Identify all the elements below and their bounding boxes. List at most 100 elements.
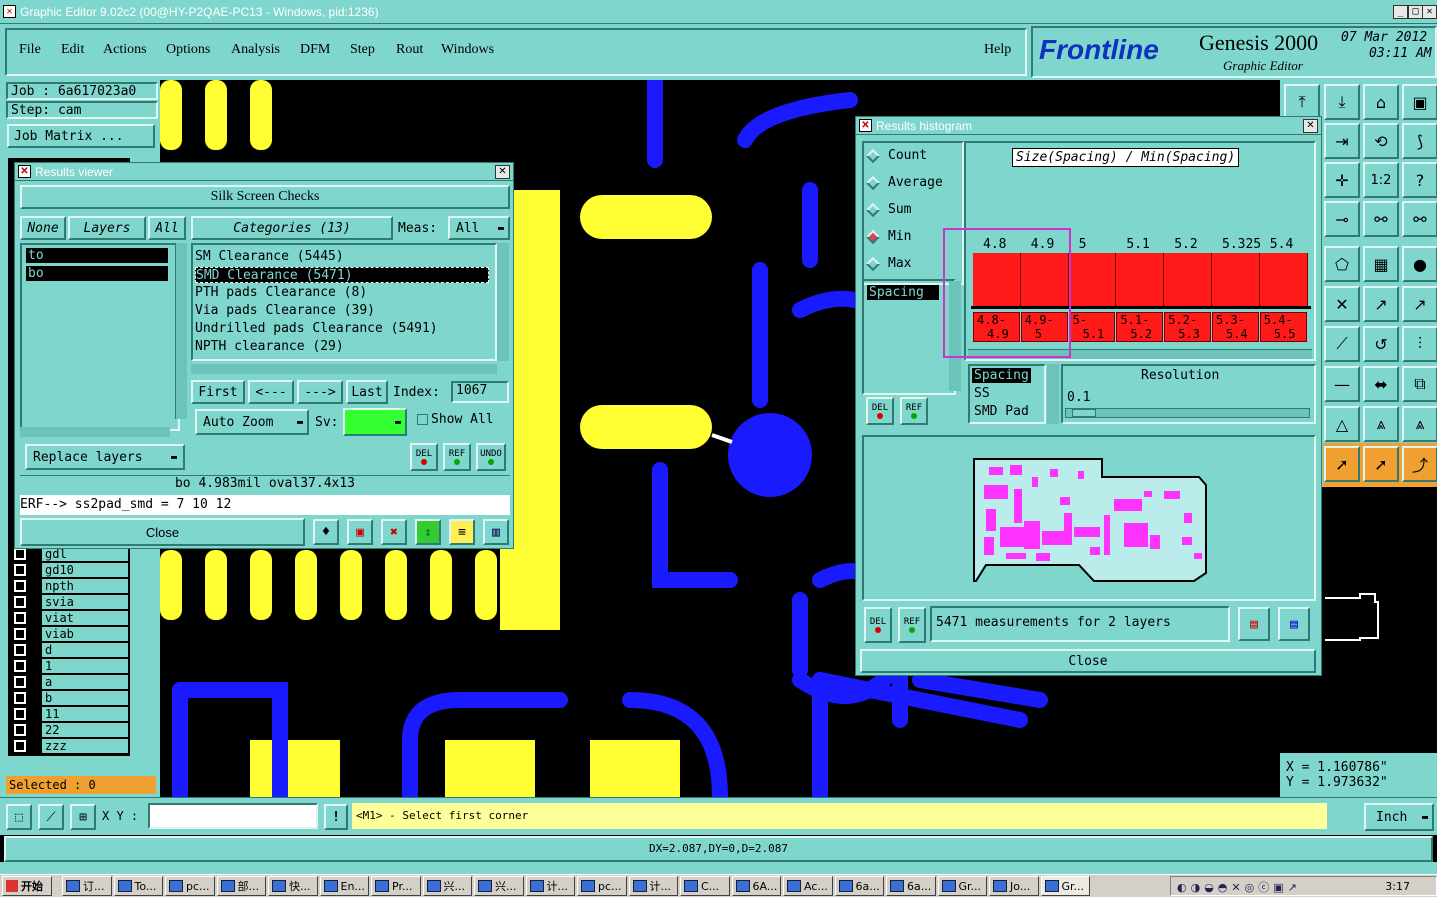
layer-checkbox[interactable] — [13, 707, 27, 721]
layer-list-vscroll[interactable] — [175, 243, 187, 419]
bar-range-label[interactable]: 5.4- 5.5 — [1259, 312, 1307, 342]
layer-checkbox[interactable] — [13, 595, 27, 609]
taskbar-item[interactable]: Gr... — [937, 876, 987, 896]
clone-icon-button[interactable]: ⧉ — [1402, 366, 1437, 402]
category-list-vscroll[interactable] — [497, 243, 509, 361]
layer-option-to[interactable]: to — [26, 248, 168, 263]
taskbar-item[interactable]: Jo... — [989, 876, 1039, 896]
route-blue-icon-button[interactable]: ↗ — [1402, 286, 1437, 322]
layer-row[interactable]: viab — [10, 626, 128, 642]
start-button[interactable]: 开始 — [2, 876, 52, 896]
taskbar-item[interactable]: 兴... — [474, 876, 524, 896]
taskbar-item[interactable]: 6a... — [834, 876, 884, 896]
layer-option-bo[interactable]: bo — [26, 266, 168, 281]
layer-checkbox[interactable] — [13, 723, 27, 737]
replace-layers-dropdown[interactable]: Replace layers ▬ — [25, 444, 185, 470]
category-item-selected[interactable]: SMD Clearance (5471) — [195, 267, 489, 283]
resolution-slider[interactable] — [1065, 408, 1310, 418]
menu-edit[interactable]: Edit — [61, 42, 84, 58]
ref-button[interactable]: REF — [443, 443, 471, 471]
taskbar-item[interactable]: Gr... — [1040, 876, 1090, 896]
first-button[interactable]: First — [191, 380, 245, 404]
resolution-slider-thumb[interactable] — [1072, 409, 1096, 417]
taskbar-item[interactable]: C... — [680, 876, 730, 896]
category-item[interactable]: Via pads Clearance (39) — [195, 303, 375, 318]
bar-range-label[interactable]: 5.2- 5.3 — [1164, 312, 1211, 342]
layer-row[interactable]: b — [10, 690, 128, 706]
props-scroll[interactable] — [1047, 364, 1059, 424]
spacing-list-item[interactable]: Spacing — [867, 285, 939, 300]
taskbar-item[interactable]: 订... — [62, 876, 112, 896]
taskbar-item[interactable]: 计... — [525, 876, 575, 896]
layer-row[interactable]: 11 — [10, 706, 128, 722]
index-input[interactable]: 1067 — [451, 381, 509, 403]
erase-icon-button[interactable]: ✖ — [381, 519, 407, 545]
taskbar-item[interactable]: 兴... — [422, 876, 472, 896]
taskbar-item[interactable]: To... — [113, 876, 163, 896]
menu-windows[interactable]: Windows — [441, 42, 494, 58]
radio-min[interactable]: Min — [865, 229, 911, 244]
histogram-ref-button[interactable]: REF — [900, 397, 928, 425]
taskbar-item[interactable]: En... — [319, 876, 369, 896]
layer-checkbox[interactable] — [13, 611, 27, 625]
triangle-icon-button[interactable]: △ — [1324, 406, 1360, 442]
export-icon-button[interactable]: ▤ — [1238, 607, 1270, 641]
spacing-list[interactable]: Spacing — [862, 279, 956, 395]
cross-icon-button[interactable]: ✕ — [1324, 286, 1360, 322]
histogram-close-button[interactable]: Close — [860, 649, 1316, 673]
rotate-icon-button[interactable]: ⟲ — [1363, 123, 1399, 159]
taskbar-item[interactable]: Ac... — [783, 876, 833, 896]
props-list[interactable]: Spacing SS SMD Pad — [968, 364, 1046, 424]
taskbar-item[interactable]: pc... — [577, 876, 627, 896]
category-item[interactable]: SM Clearance (5445) — [195, 249, 344, 264]
del-button[interactable]: DEL — [410, 443, 438, 471]
import-icon-button[interactable]: ⇥ — [1324, 123, 1360, 159]
cursor-icon-button[interactable]: ➚ — [1324, 446, 1360, 482]
measure-icon-button[interactable]: ⬌ — [1363, 366, 1399, 402]
layer-checkbox[interactable] — [13, 659, 27, 673]
all-button[interactable]: All — [148, 216, 186, 240]
layer-checkbox[interactable] — [13, 691, 27, 705]
prop-item[interactable]: SMD Pad — [974, 404, 1029, 419]
highlight-icon-button[interactable]: ▣ — [347, 519, 373, 545]
histogram-close-x[interactable]: ✕ — [1303, 119, 1318, 133]
prop-item[interactable]: SS — [974, 386, 990, 401]
category-list-hscroll[interactable] — [191, 364, 497, 374]
taskbar-item[interactable]: 快... — [268, 876, 318, 896]
step-icon-button[interactable]: ⤴ — [1402, 446, 1437, 482]
results-viewer-close-x[interactable]: ✕ — [495, 165, 510, 179]
taskbar-item[interactable]: 6A... — [731, 876, 781, 896]
taskbar-item[interactable]: Pr... — [371, 876, 421, 896]
arc-icon-button[interactable]: ↺ — [1363, 326, 1399, 362]
layer-checkbox[interactable] — [13, 579, 27, 593]
layers-button[interactable]: Layers — [68, 216, 146, 240]
none-button[interactable]: None — [20, 216, 66, 240]
maximize-button[interactable]: □ — [1408, 5, 1423, 19]
prev-button[interactable]: <--- — [248, 380, 294, 404]
menu-dfm[interactable]: DFM — [300, 42, 330, 58]
menu-file[interactable]: File — [19, 42, 41, 58]
layer-checkbox[interactable] — [13, 739, 27, 753]
layer-row[interactable]: zzz — [10, 738, 128, 754]
job-matrix-button[interactable]: Job Matrix ... — [7, 124, 155, 148]
map-del-button[interactable]: DEL — [864, 607, 892, 643]
categories-button[interactable]: Categories (13) — [191, 216, 393, 240]
frame-icon-button[interactable]: ▣ — [1402, 84, 1437, 120]
histogram-bar[interactable] — [1212, 253, 1260, 307]
histogram-del-button[interactable]: DEL — [866, 397, 894, 425]
histogram-bar[interactable] — [1259, 253, 1308, 307]
prop-item-selected[interactable]: Spacing — [972, 368, 1031, 383]
cursor-alt-icon-button[interactable]: ➚ — [1363, 446, 1399, 482]
check-set-header[interactable]: Silk Screen Checks — [20, 185, 510, 209]
menu-help[interactable]: Help — [984, 42, 1011, 58]
show-all-checkbox[interactable] — [417, 414, 428, 425]
category-list[interactable]: SM Clearance (5445) SMD Clearance (5471)… — [191, 243, 497, 361]
home-icon-button[interactable]: ⤒ — [1284, 84, 1320, 120]
layer-row[interactable]: 1 — [10, 658, 128, 674]
save-icon-button[interactable]: ⤓ — [1324, 84, 1360, 120]
results-viewer-close-button[interactable]: Close — [20, 518, 305, 546]
layer-row[interactable]: 22 — [10, 722, 128, 738]
board-map[interactable] — [862, 435, 1316, 601]
layer-row[interactable]: d — [10, 642, 128, 658]
move-icon-button[interactable]: ✛ — [1324, 162, 1360, 198]
